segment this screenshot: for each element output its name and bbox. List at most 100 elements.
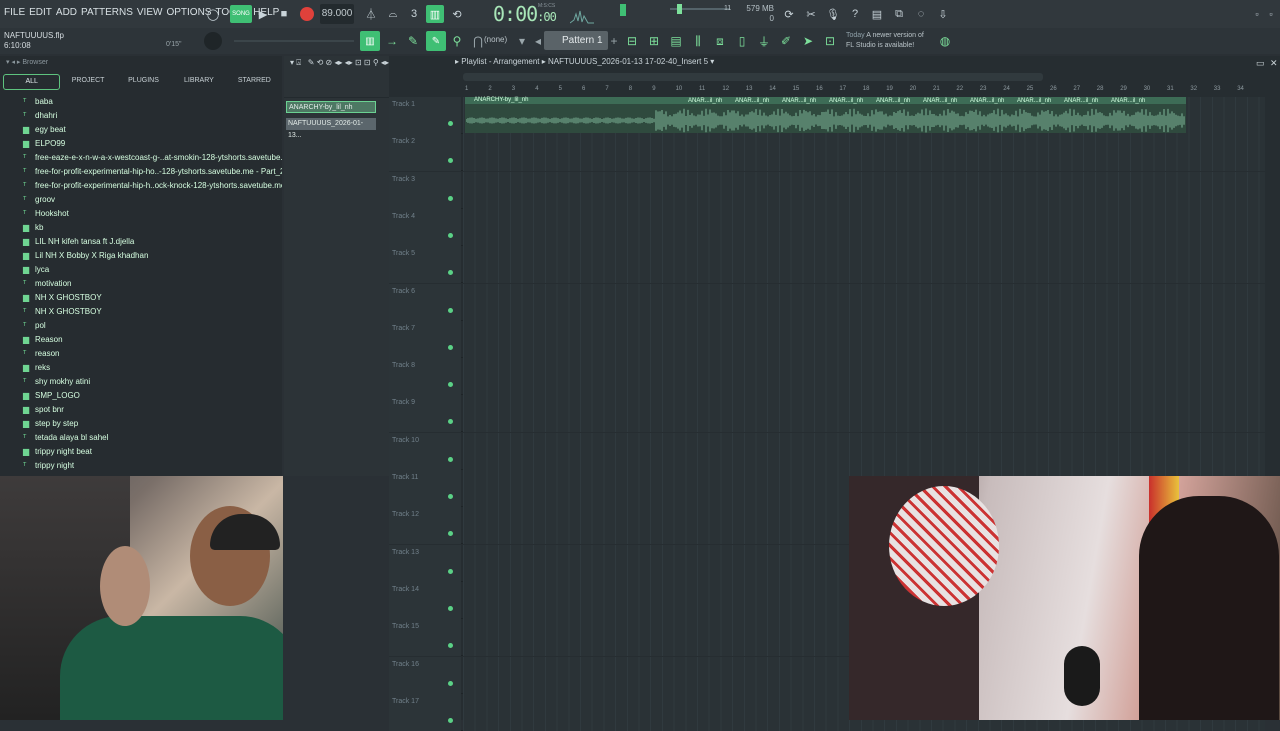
play-icon[interactable]: ▶	[254, 5, 272, 23]
track-enable-led[interactable]	[448, 382, 453, 388]
track-grid[interactable]	[463, 171, 1265, 209]
browser-item[interactable]: ᵀ shy mokhy atini	[0, 374, 282, 388]
track-enable-led[interactable]	[448, 121, 453, 126]
track-grid[interactable]	[463, 246, 1265, 284]
picker-clip-automation[interactable]: NAFTUUUUS_2026-01-13...	[286, 118, 376, 139]
browser-item[interactable]: ▆ lyca	[0, 262, 282, 276]
update-notice[interactable]: Today A newer version of FL Studio is av…	[846, 31, 924, 51]
chevron-down-icon[interactable]: ▾	[514, 33, 530, 49]
browser-item[interactable]: ▆ SMP_LOGO	[0, 388, 282, 402]
browser-item[interactable]: ᵀ free-for-profit-experimental-hip-ho..-1…	[0, 164, 282, 178]
help-icon[interactable]: ?	[846, 5, 864, 23]
microphone-icon[interactable]: 🎙	[824, 5, 842, 23]
browser-item[interactable]: ᵀ baba	[0, 94, 282, 108]
browser-item[interactable]: ᵀ motivation	[0, 276, 282, 290]
browser-item[interactable]: ▆ ELPO99	[0, 136, 282, 150]
browser-item[interactable]: ▆ NH X GHOSTBOY	[0, 290, 282, 304]
menu-view[interactable]: VIEW	[137, 7, 163, 18]
add-pattern-icon[interactable]: +	[606, 33, 622, 49]
master-pitch-slider[interactable]	[620, 4, 626, 16]
track-grid[interactable]	[463, 320, 1265, 358]
browser-item[interactable]: ᵀ free-for-profit-experimental-hip-h..ock…	[0, 178, 282, 192]
track-grid[interactable]	[463, 134, 1265, 172]
track-enable-led[interactable]	[448, 680, 453, 686]
browser-item[interactable]: ▆ LIL NH kifeh tansa ft J.djella	[0, 234, 282, 248]
track-enable-led[interactable]	[448, 494, 453, 499]
track-enable-led[interactable]	[448, 344, 453, 350]
horizontal-scrollbar[interactable]	[463, 73, 1043, 81]
save-icon[interactable]: ▤	[868, 5, 886, 23]
browser-item[interactable]: ᵀ groov	[0, 192, 282, 206]
track-grid[interactable]	[463, 208, 1265, 246]
browser-item[interactable]: ᵀ tetada alaya bl sahel	[0, 430, 282, 444]
browser-item[interactable]: ▆ step by step	[0, 416, 282, 430]
browser-item[interactable]: ᵀ Hookshot	[0, 206, 282, 220]
cut-icon[interactable]: ✂	[802, 5, 820, 23]
browser-item[interactable]: ▆ Lil NH X Bobby X Riga khadhan	[0, 248, 282, 262]
track-enable-led[interactable]	[448, 456, 453, 462]
tab-project[interactable]: PROJECT	[60, 74, 115, 90]
track-grid[interactable]	[463, 395, 1265, 433]
draw-tool-button[interactable]: ✎	[426, 31, 446, 51]
track-enable-led[interactable]	[448, 158, 453, 164]
browser-item[interactable]: ▆ kb	[0, 220, 282, 234]
track-header[interactable]: Track 3	[389, 171, 461, 209]
track-header[interactable]: Track 6	[389, 283, 461, 321]
track-header[interactable]: Track 15	[389, 619, 461, 657]
metronome-icon[interactable]: ⏃	[362, 5, 380, 23]
pattern-selector[interactable]: Pattern 1	[544, 31, 608, 50]
browser-item[interactable]: ᵀ reason	[0, 346, 282, 360]
plug-icon[interactable]: ⏚	[756, 33, 772, 49]
browser-item[interactable]: ᵀ trippy night	[0, 458, 282, 472]
track-header[interactable]: Track 11	[389, 470, 461, 507]
stop-icon[interactable]: ■	[275, 5, 293, 23]
picker-clip-audio[interactable]: ANARCHY-by_lil_nh	[286, 101, 376, 113]
playlist-close-icon[interactable]: ✕	[1270, 58, 1278, 69]
browser-item[interactable]: ᵀ dhahri	[0, 108, 282, 122]
tab-plugins[interactable]: PLUGINS	[116, 74, 171, 90]
track-grid[interactable]	[463, 358, 1265, 396]
track-enable-led[interactable]	[448, 605, 453, 611]
browser-item[interactable]: ▆ spot bnr	[0, 402, 282, 416]
browser-item[interactable]: ᵀ free-eaze-e-x-n-w-a-x-westcoast-g-..at-…	[0, 150, 282, 164]
track-header[interactable]: Track 12	[389, 507, 461, 545]
brush-icon[interactable]: ✎	[405, 33, 421, 49]
track-enable-led[interactable]	[448, 419, 453, 425]
track-header[interactable]: Track 8	[389, 358, 461, 396]
main-volume-knob[interactable]: ◯	[204, 5, 222, 23]
track-grid[interactable]	[463, 432, 1265, 470]
step-edit-icon[interactable]: ▥	[426, 5, 444, 23]
master-volume-handle[interactable]	[677, 4, 682, 14]
track-header[interactable]: Track 5	[389, 246, 461, 284]
stamp-icon[interactable]: ⚲	[449, 33, 465, 49]
song-mode-toggle[interactable]: SONG	[230, 5, 252, 23]
track-enable-led[interactable]	[448, 232, 453, 238]
track-header[interactable]: Track 17	[389, 693, 461, 731]
browser-item[interactable]: ▆ egy beat	[0, 122, 282, 136]
track-enable-led[interactable]	[448, 270, 453, 276]
browser-item[interactable]: ▆ trippy night beat	[0, 444, 282, 458]
browser-item[interactable]: ▆ reks	[0, 360, 282, 374]
track-enable-led[interactable]	[448, 568, 453, 574]
channel-rack-icon[interactable]: ⊞	[646, 33, 662, 49]
track-header[interactable]: Track 9	[389, 395, 461, 433]
chat-icon[interactable]: ◌	[912, 5, 930, 23]
track-header[interactable]: Track 14	[389, 581, 461, 619]
menu-file[interactable]: FILE	[4, 7, 25, 18]
playlist-view-button[interactable]: ▥	[360, 31, 380, 51]
equalizer-icon[interactable]: ⫼	[690, 33, 706, 49]
piano-roll-icon[interactable]: ▤	[668, 33, 684, 49]
refresh-icon[interactable]: ⟳	[780, 5, 798, 23]
track-enable-led[interactable]	[448, 717, 453, 723]
midi-icon[interactable]: ⧉	[890, 5, 908, 23]
cart-icon[interactable]: ⊡	[822, 33, 838, 49]
tab-all[interactable]: ALL	[3, 74, 61, 90]
track-header[interactable]: Track 13	[389, 544, 461, 582]
position-slider[interactable]	[234, 40, 354, 42]
master-knob[interactable]	[204, 32, 222, 50]
download-icon[interactable]: ⇩	[934, 5, 952, 23]
record-icon[interactable]	[300, 7, 314, 21]
track-header[interactable]: Track 4	[389, 208, 461, 246]
loop-record-icon[interactable]: ⟲	[448, 5, 466, 23]
browser-item[interactable]: ▆ Reason	[0, 332, 282, 346]
